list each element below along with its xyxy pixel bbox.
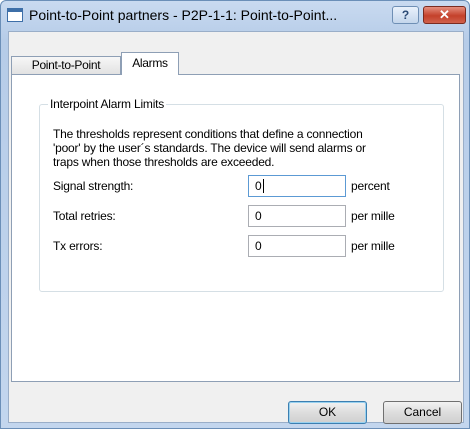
dialog-window: Point-to-Point partners - P2P-1-1: Point… (0, 0, 470, 429)
ok-button[interactable]: OK (288, 401, 367, 424)
tab-alarms[interactable]: Alarms (121, 52, 179, 75)
total-retries-input[interactable]: 0 (248, 205, 346, 227)
group-title: Interpoint Alarm Limits (48, 97, 167, 111)
dialog-client-area: Point-to-Point Alarms Interpoint Alarm L… (8, 31, 464, 424)
total-retries-label: Total retries: (53, 209, 116, 223)
close-button[interactable]: ✕ (423, 6, 466, 24)
window-title: Point-to-Point partners - P2P-1-1: Point… (29, 7, 338, 23)
tab-strip: Point-to-Point Alarms (9, 32, 463, 75)
total-retries-unit: per mille (351, 209, 395, 223)
title-bar[interactable]: Point-to-Point partners - P2P-1-1: Point… (1, 1, 469, 31)
tx-errors-label: Tx errors: (53, 239, 103, 253)
alarms-tab-panel: Interpoint Alarm Limits The thresholds r… (11, 74, 460, 382)
group-description: The thresholds represent conditions that… (53, 127, 438, 169)
tx-errors-unit: per mille (351, 239, 395, 253)
cancel-button[interactable]: Cancel (383, 401, 462, 424)
description-line: The thresholds represent conditions that… (53, 127, 363, 141)
interpoint-alarm-limits-group: Interpoint Alarm Limits The thresholds r… (39, 97, 444, 292)
window-app-icon (7, 8, 23, 22)
tx-errors-input[interactable]: 0 (248, 235, 346, 257)
text-caret (262, 179, 264, 193)
help-button[interactable]: ? (392, 6, 419, 24)
description-line: 'poor' by the user´s standards. The devi… (53, 141, 366, 155)
tab-point-to-point[interactable]: Point-to-Point (11, 56, 121, 74)
signal-strength-label: Signal strength: (53, 179, 134, 193)
signal-strength-unit: percent (351, 179, 390, 193)
signal-strength-input[interactable]: 0 (248, 175, 346, 197)
description-line: traps when those thresholds are exceeded… (53, 155, 275, 169)
